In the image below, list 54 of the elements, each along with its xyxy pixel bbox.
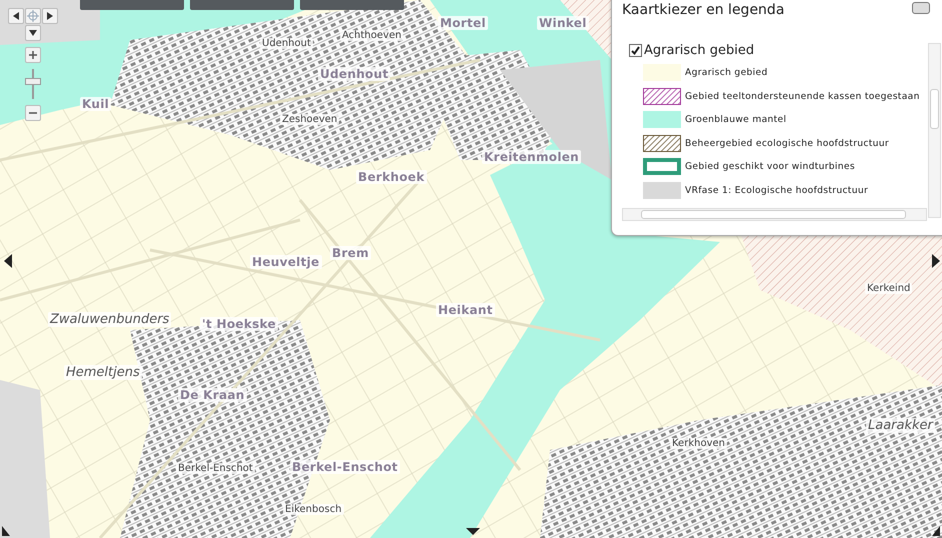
pan-left-icon[interactable]: [4, 254, 12, 268]
pan-right-icon[interactable]: [932, 254, 940, 268]
zoom-slider-thumb[interactable]: [25, 78, 41, 86]
place-label: Kuil: [80, 97, 112, 111]
place-label: Mortel: [438, 16, 488, 30]
place-label: Winkel: [537, 16, 589, 30]
down-arrow-icon: [29, 30, 37, 36]
place-label: Heuveltje: [250, 255, 322, 269]
right-arrow-icon: [47, 12, 53, 20]
legend-label: Agrarisch gebied: [685, 67, 768, 78]
legend-label: VRfase 1: Ecologische hoofdstructuur: [685, 184, 868, 196]
legend-label: Gebied teeltondersteunende kassen toegestaan: [685, 90, 920, 102]
layer-label: Agrarisch gebied: [644, 43, 754, 58]
place-label: Eikenbosch: [283, 504, 344, 515]
legend-label: Gebied geschikt voor windturbines: [685, 161, 855, 172]
pan-right-button[interactable]: [42, 8, 58, 24]
minus-icon: [29, 112, 37, 114]
pan-left-button[interactable]: [8, 8, 24, 24]
place-label: Berkel-Enschot: [290, 460, 400, 474]
checkbox[interactable]: [629, 44, 642, 57]
legend-title: Kaartkiezer en legenda: [622, 2, 784, 18]
place-label: Brem: [330, 246, 371, 260]
place-label: Zeshoeven: [280, 114, 340, 125]
place-label: Udenhout: [260, 38, 313, 49]
place-label: Hemeltjens: [64, 365, 142, 380]
zoom-out-button[interactable]: [25, 105, 41, 121]
place-label: De Kraan: [178, 388, 247, 402]
pan-down-button[interactable]: [25, 25, 41, 41]
layer-checkbox[interactable]: Agrarisch gebied: [629, 43, 929, 58]
place-label: Laarakker: [866, 418, 935, 433]
zoom-in-button[interactable]: [25, 47, 41, 63]
close-button[interactable]: [912, 2, 930, 14]
place-label: Udenhout: [318, 67, 390, 81]
pan-down-icon[interactable]: [466, 528, 480, 535]
check-icon: [631, 46, 640, 55]
legend-label: Groenblauwe mantel: [685, 114, 786, 126]
place-label: Kerkeind: [865, 283, 912, 294]
place-label: Heikant: [436, 303, 495, 317]
place-label: 't Hoekske: [200, 317, 278, 331]
place-label: Berkel-Enschot: [176, 463, 255, 474]
legend-label: Beheergebied ecologische hoofdstructuur: [685, 138, 889, 149]
left-arrow-icon: [13, 12, 19, 20]
place-label: Kreitenmolen: [482, 150, 582, 164]
corner-arrow-icon[interactable]: [932, 526, 940, 536]
place-label: Achthoeven: [340, 30, 404, 41]
place-label: Berkhoek: [356, 170, 426, 184]
vertical-scrollbar[interactable]: [928, 43, 941, 218]
place-label: Kerkhoven: [670, 438, 727, 449]
horizontal-scrollbar[interactable]: [622, 208, 927, 221]
corner-arrow-icon[interactable]: [2, 526, 10, 536]
crosshair-icon: [27, 10, 39, 22]
plus-icon: [29, 51, 37, 59]
zoom-slider[interactable]: [25, 69, 41, 99]
place-label: Zwaluwenbunders: [48, 312, 172, 327]
